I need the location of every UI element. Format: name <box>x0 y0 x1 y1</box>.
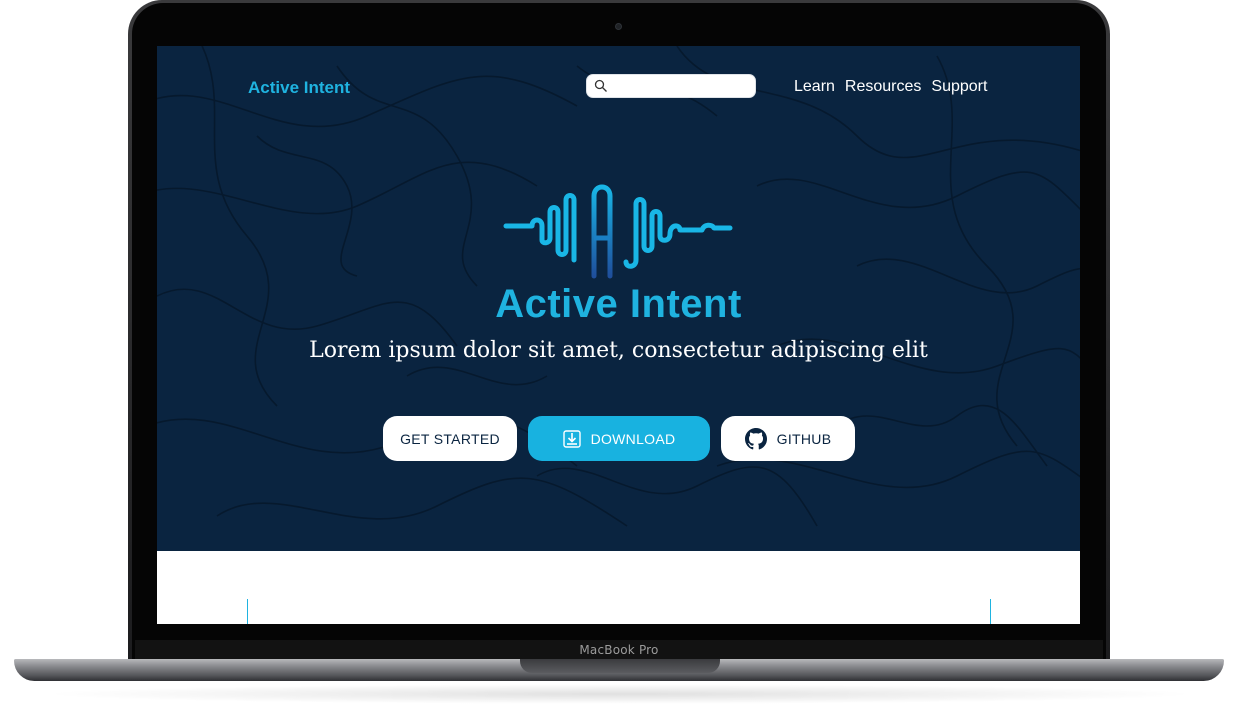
laptop-notch <box>520 659 720 673</box>
content-border-right <box>990 599 991 624</box>
github-icon <box>744 427 767 449</box>
search-icon <box>594 79 607 92</box>
search-input[interactable] <box>611 77 751 95</box>
content-section <box>157 551 1080 624</box>
hero-title: Active Intent <box>495 282 742 326</box>
device-label: MacBook Pro <box>579 643 659 657</box>
get-started-button[interactable]: GET STARTED <box>383 416 517 461</box>
hero-section: Active Intent Learn Resources Support Ac… <box>157 46 1080 551</box>
laptop-shadow <box>40 684 1200 704</box>
nav-link-support[interactable]: Support <box>931 78 987 96</box>
camera-icon <box>615 23 622 30</box>
nav-link-resources[interactable]: Resources <box>845 78 921 96</box>
hero-subtitle: Lorem ipsum dolor sit amet, consectetur … <box>309 338 928 363</box>
screen: Active Intent Learn Resources Support Ac… <box>157 46 1080 624</box>
nav-links: Learn Resources Support <box>794 78 987 96</box>
search-bar[interactable] <box>586 74 756 98</box>
content-border-left <box>247 599 248 624</box>
download-label: DOWNLOAD <box>590 430 676 447</box>
nav-link-learn[interactable]: Learn <box>794 78 835 96</box>
get-started-label: GET STARTED <box>400 430 500 447</box>
download-icon <box>562 429 581 448</box>
nav-logo[interactable]: Active Intent <box>248 78 350 98</box>
soundwave-ai-logo-icon <box>503 184 733 279</box>
github-label: GITHUB <box>776 430 832 447</box>
download-button[interactable]: DOWNLOAD <box>528 416 710 461</box>
github-button[interactable]: GITHUB <box>721 416 855 461</box>
